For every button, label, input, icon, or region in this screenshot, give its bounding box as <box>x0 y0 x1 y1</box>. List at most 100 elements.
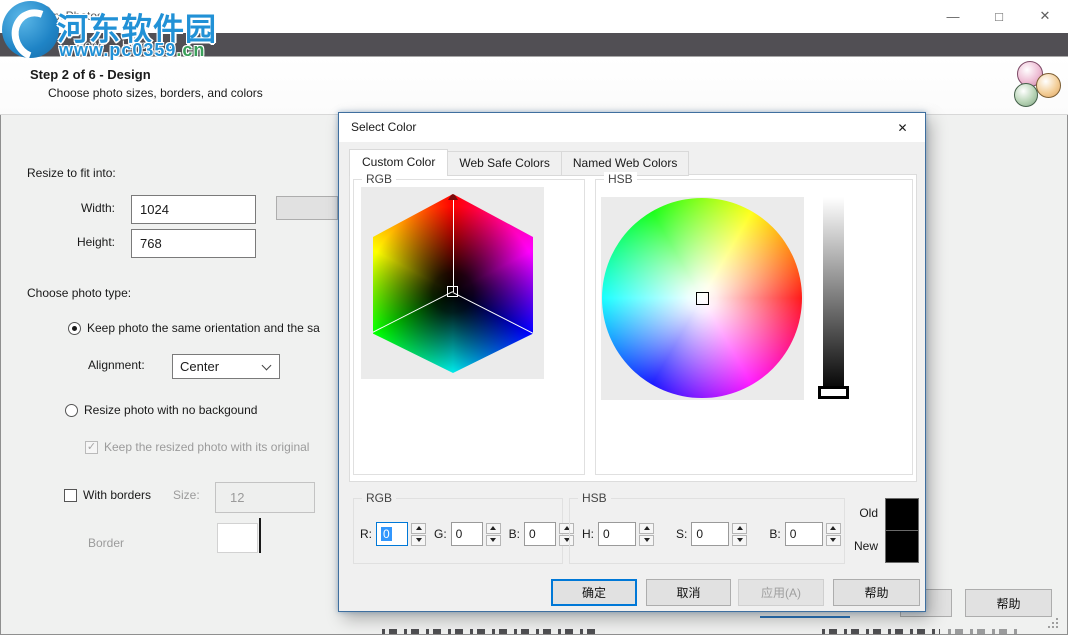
brightness-slider-handle[interactable] <box>818 386 849 399</box>
step-subtitle: Choose photo sizes, borders, and colors <box>48 86 263 100</box>
apply-button: 应用(A) <box>738 579 824 606</box>
spin-down-icon[interactable] <box>826 535 841 546</box>
window-title: pcPhotos <box>53 9 103 23</box>
clipped-text-fragment <box>382 629 600 634</box>
dialog-title: Select Color <box>351 120 416 134</box>
app-icon <box>33 9 47 23</box>
green-ball-icon <box>1014 83 1038 107</box>
alignment-select[interactable]: Center <box>172 354 280 379</box>
brightness-input[interactable]: 0 <box>785 522 823 546</box>
hue-field: H: 0 <box>582 522 654 546</box>
green-label: G: <box>434 527 447 541</box>
radio-keep-orientation[interactable] <box>68 322 81 335</box>
spin-up-icon[interactable] <box>639 523 654 534</box>
rgb-values-group: RGB R: 0 G: 0 <box>353 498 563 564</box>
with-borders-label[interactable]: With borders <box>83 488 151 502</box>
alignment-label: Alignment: <box>88 358 145 372</box>
dialog-close-icon: ✕ <box>897 121 907 135</box>
ok-button[interactable]: 确定 <box>551 579 637 606</box>
rgb-cube[interactable] <box>373 194 533 373</box>
red-label: R: <box>360 527 372 541</box>
menu-item-help[interactable]: Help <box>122 38 147 52</box>
hsb-wheel-picker[interactable] <box>601 197 804 400</box>
spin-up-icon[interactable] <box>486 523 501 534</box>
wizard-header: Step 2 of 6 - Design Choose photo sizes,… <box>0 57 1068 115</box>
minimize-icon: — <box>947 9 960 24</box>
radio-no-background-label[interactable]: Resize photo with no backgound <box>84 403 338 417</box>
blue-axis-arrow-icon <box>525 326 534 342</box>
spin-up-icon[interactable] <box>732 523 747 534</box>
spin-down-icon[interactable] <box>486 535 501 546</box>
menu-item-view[interactable]: View <box>74 38 100 52</box>
title-bar: pcPhotos — □ ✕ <box>0 0 1068 33</box>
hsb-values-group-label: HSB <box>578 491 611 506</box>
tab-web-safe-colors[interactable]: Web Safe Colors <box>447 151 562 176</box>
spin-up-icon[interactable] <box>411 523 426 534</box>
saturation-field: S: 0 <box>676 522 747 546</box>
blue-input[interactable]: 0 <box>524 522 556 546</box>
close-button[interactable]: ✕ <box>1022 0 1068 32</box>
hsb-group-label: HSB <box>604 172 637 187</box>
hue-input[interactable]: 0 <box>598 522 636 546</box>
checkbox-keep-original-label: Keep the resized photo with its original <box>104 440 338 454</box>
brightness-spinner <box>826 523 841 546</box>
chevron-down-icon <box>262 361 272 371</box>
cube-selection-marker[interactable] <box>447 286 458 297</box>
dialog-help-button[interactable]: 帮助 <box>833 579 920 606</box>
menu-bar: Album View Help <box>0 33 1068 57</box>
green-spinner <box>486 523 501 546</box>
spin-up-icon[interactable] <box>826 523 841 534</box>
radio-no-background[interactable] <box>65 404 78 417</box>
radio-keep-orientation-label[interactable]: Keep photo the same orientation and the … <box>87 321 338 335</box>
clipped-text-fragment <box>948 629 1018 634</box>
saturation-spinner <box>732 523 747 546</box>
height-label: Height: <box>40 235 115 249</box>
green-input[interactable]: 0 <box>451 522 483 546</box>
red-axis-arrow-icon <box>448 192 458 200</box>
brightness-slider[interactable] <box>823 197 844 393</box>
size-input: 12 <box>215 482 315 513</box>
maximize-button[interactable]: □ <box>976 0 1022 32</box>
new-color-swatch <box>885 530 919 563</box>
height-input[interactable]: 768 <box>131 229 256 258</box>
dialog-title-bar[interactable]: Select Color ✕ <box>339 113 925 142</box>
photo-type-label: Choose photo type: <box>27 286 131 300</box>
spin-down-icon[interactable] <box>639 535 654 546</box>
checkbox-with-borders[interactable] <box>64 489 77 502</box>
minimize-button[interactable]: — <box>930 0 976 32</box>
rgb-cube-picker[interactable] <box>361 187 544 379</box>
resize-grip[interactable] <box>1048 618 1050 620</box>
hue-label: H: <box>582 527 594 541</box>
green-field: G: 0 <box>434 522 501 546</box>
hue-spinner <box>639 523 654 546</box>
dialog-close-button[interactable]: ✕ <box>880 113 925 142</box>
rgb-values-group-label: RGB <box>362 491 396 506</box>
width-label: Width: <box>40 201 115 215</box>
orange-ball-icon <box>1036 73 1061 98</box>
checkbox-keep-original[interactable]: ✓ <box>85 441 98 454</box>
spin-down-icon[interactable] <box>732 535 747 546</box>
resize-to-fit-label: Resize to fit into: <box>27 166 116 180</box>
saturation-label: S: <box>676 527 687 541</box>
width-input[interactable]: 1024 <box>131 195 256 224</box>
saturation-input[interactable]: 0 <box>691 522 729 546</box>
step-title: Step 2 of 6 - Design <box>30 67 151 82</box>
menu-item-album[interactable]: Album <box>18 38 52 52</box>
blue-label: B: <box>509 527 520 541</box>
brightness-label: B: <box>769 527 780 541</box>
maximize-icon: □ <box>995 9 1003 24</box>
wheel-selection-marker[interactable] <box>696 292 709 305</box>
hsb-values-group: HSB H: 0 S: 0 <box>569 498 845 564</box>
red-input[interactable]: 0 <box>376 522 408 546</box>
red-field: R: 0 <box>360 522 426 546</box>
hue-saturation-wheel[interactable] <box>602 198 802 398</box>
color-balls-icon <box>1010 61 1062 113</box>
spin-down-icon[interactable] <box>411 535 426 546</box>
cancel-button[interactable]: 取消 <box>646 579 731 606</box>
rgb-group-label: RGB <box>362 172 396 187</box>
tab-strip: Custom Color Web Safe Colors Named Web C… <box>349 149 688 176</box>
brightness-field: B: 0 <box>769 522 840 546</box>
border-color-swatch[interactable] <box>217 523 258 553</box>
truncated-width-button[interactable] <box>276 196 338 220</box>
main-help-button[interactable]: 帮助 <box>965 589 1052 617</box>
